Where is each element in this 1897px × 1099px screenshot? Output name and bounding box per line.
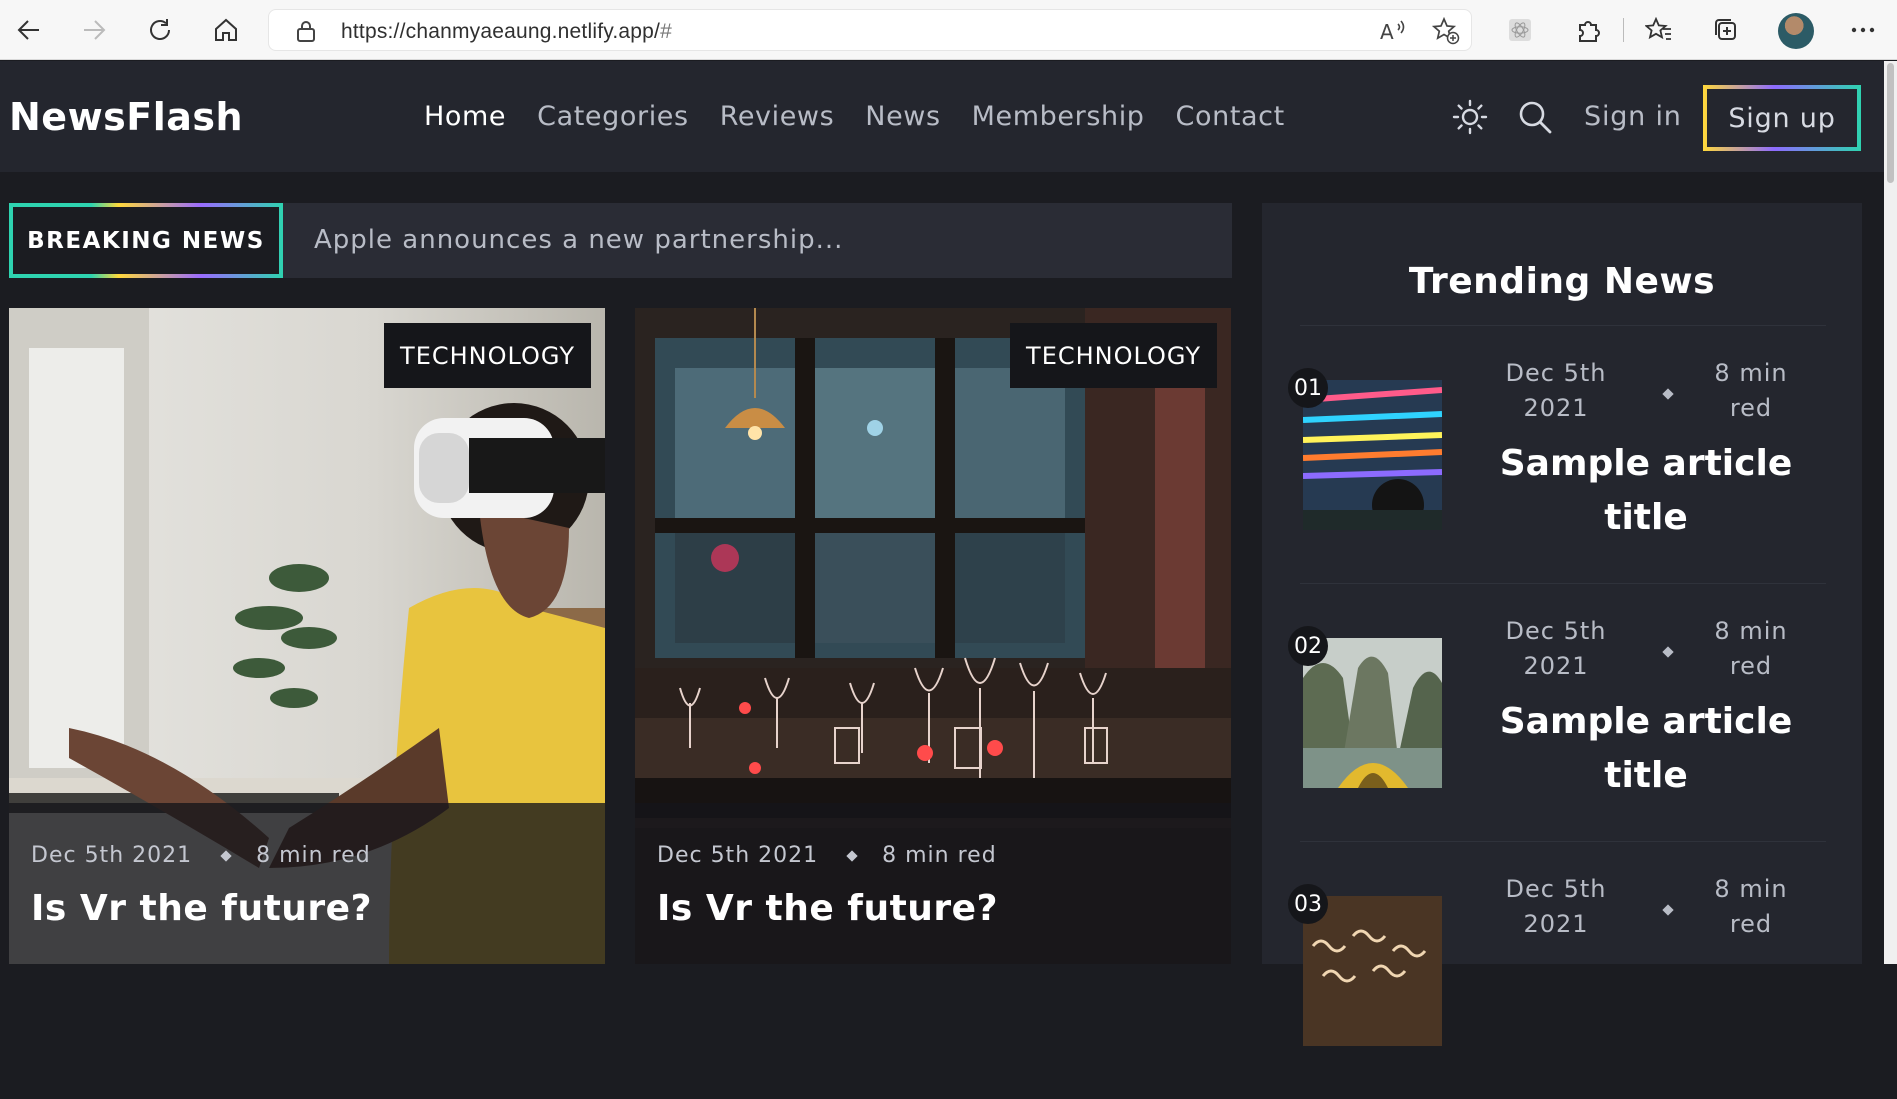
lock-icon[interactable] — [295, 19, 317, 47]
breaking-news-bar: BREAKING NEWS Apple announces a new part… — [9, 203, 1232, 278]
trending-rank: 01 — [1288, 368, 1328, 408]
news-card[interactable]: TECHNOLOGY Dec 5th 2021 8 min red Is Vr … — [9, 308, 605, 964]
trending-thumbnail — [1303, 638, 1442, 788]
favorites-icon[interactable] — [1644, 15, 1674, 45]
trending-read-time: 8 min red — [1714, 359, 1788, 422]
trending-thumbnail — [1303, 896, 1442, 1046]
nav-news[interactable]: News — [865, 101, 940, 132]
sign-up-label: Sign up — [1707, 89, 1857, 147]
meta-separator-icon — [1662, 646, 1674, 658]
trending-read-time: 8 min red — [1714, 617, 1788, 680]
scrollbar-thumb[interactable] — [1887, 63, 1894, 183]
nav-categories[interactable]: Categories — [537, 101, 689, 132]
trending-item-title[interactable]: Sample article title — [1476, 695, 1816, 803]
breaking-news-badge: BREAKING NEWS — [9, 203, 283, 278]
trending-title: Trending News — [1408, 261, 1716, 302]
trending-item[interactable]: 03 Dec 5th 2021 8 min red — [1288, 841, 1826, 1099]
nav-contact[interactable]: Contact — [1176, 101, 1285, 132]
trending-item[interactable]: 02 Dec 5th 2021 8 min red Sample article… — [1288, 583, 1826, 841]
sign-up-button[interactable]: Sign up — [1703, 85, 1861, 151]
more-menu-icon[interactable] — [1848, 15, 1878, 45]
address-bar[interactable]: https://chanmyaeaung.netlify.app/# A — [268, 9, 1472, 51]
svg-text:A: A — [1380, 20, 1394, 44]
extension-react-icon[interactable] — [1505, 15, 1535, 45]
brand-logo[interactable]: NewsFlash — [9, 95, 243, 139]
nav-membership[interactable]: Membership — [972, 101, 1145, 132]
trending-date: Dec 5th 2021 — [1505, 617, 1607, 680]
news-card[interactable]: TECHNOLOGY Dec 5th 2021 8 min red Is Vr … — [635, 308, 1231, 964]
sign-in-link[interactable]: Sign in — [1584, 101, 1682, 132]
forward-icon[interactable] — [79, 15, 109, 45]
card-footer: Dec 5th 2021 8 min red Is Vr the future? — [9, 803, 605, 964]
browser-toolbar: https://chanmyaeaung.netlify.app/# A — [0, 0, 1897, 60]
read-aloud-icon[interactable]: A — [1379, 18, 1407, 48]
trending-read-time: 8 min red — [1714, 875, 1788, 938]
meta-separator-icon — [220, 849, 232, 862]
theme-toggle-sun-icon[interactable] — [1450, 97, 1490, 137]
toolbar-divider — [1623, 18, 1624, 42]
trending-thumbnail — [1303, 380, 1442, 530]
search-icon[interactable] — [1515, 97, 1555, 137]
meta-separator-icon — [1662, 388, 1674, 400]
card-date: Dec 5th 2021 — [657, 843, 819, 868]
extensions-puzzle-icon[interactable] — [1573, 15, 1603, 45]
collections-icon[interactable] — [1711, 15, 1741, 45]
home-icon[interactable] — [211, 15, 241, 45]
trending-panel: Trending News 01 Dec 5th 2021 8 min red … — [1262, 203, 1862, 1046]
card-meta: Dec 5th 2021 8 min red — [657, 843, 997, 868]
card-read-time: 8 min red — [882, 843, 997, 868]
trending-rank: 02 — [1288, 626, 1328, 666]
url-text: https://chanmyaeaung.netlify.app/# — [341, 20, 672, 43]
profile-avatar[interactable] — [1778, 13, 1814, 49]
trending-date: Dec 5th 2021 — [1505, 359, 1607, 422]
nav-reviews[interactable]: Reviews — [720, 101, 835, 132]
reload-icon[interactable] — [145, 15, 175, 45]
breaking-news-text[interactable]: Apple announces a new partnership... — [314, 225, 843, 255]
card-read-time: 8 min red — [256, 843, 371, 868]
card-footer: Dec 5th 2021 8 min red Is Vr the future? — [635, 803, 1231, 964]
card-title[interactable]: Is Vr the future? — [31, 888, 372, 929]
back-icon[interactable] — [14, 15, 44, 45]
trending-rank: 03 — [1288, 884, 1328, 924]
meta-separator-icon — [1662, 904, 1674, 916]
card-date: Dec 5th 2021 — [31, 843, 193, 868]
add-favorite-icon[interactable] — [1431, 16, 1460, 49]
card-meta: Dec 5th 2021 8 min red — [31, 843, 371, 868]
nav-home[interactable]: Home — [424, 101, 506, 132]
card-title[interactable]: Is Vr the future? — [657, 888, 998, 929]
main-nav: Home Categories Reviews News Membership … — [424, 101, 1316, 132]
category-badge[interactable]: TECHNOLOGY — [384, 323, 591, 388]
site-header: NewsFlash Home Categories Reviews News M… — [0, 61, 1884, 172]
page-scrollbar[interactable] — [1884, 61, 1897, 964]
trending-date: Dec 5th 2021 — [1505, 875, 1607, 938]
meta-separator-icon — [846, 849, 858, 862]
trending-item[interactable]: 01 Dec 5th 2021 8 min red Sample article… — [1288, 325, 1826, 583]
trending-item-title[interactable]: Sample article title — [1476, 437, 1816, 545]
category-badge[interactable]: TECHNOLOGY — [1010, 323, 1217, 388]
